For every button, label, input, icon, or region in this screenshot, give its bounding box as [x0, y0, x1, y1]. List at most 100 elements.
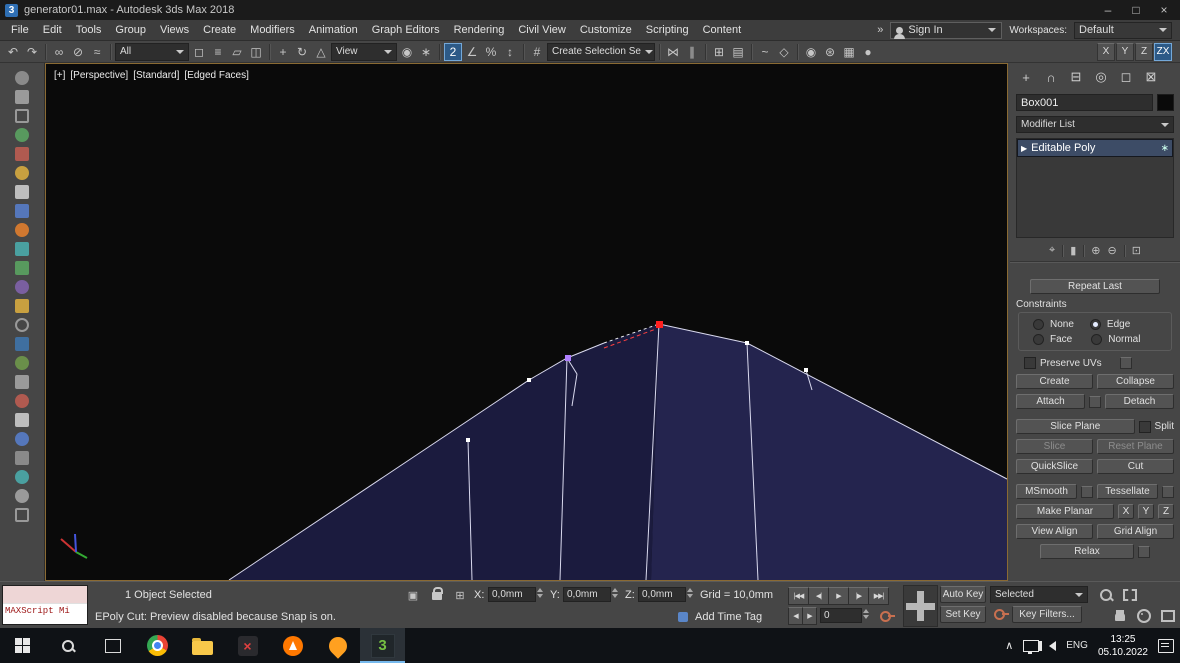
left-toolbar-icon[interactable] — [15, 261, 29, 275]
taskbar-clock[interactable]: 13:25 05.10.2022 — [1098, 633, 1148, 659]
render-production-icon[interactable]: ● — [859, 43, 877, 61]
msmooth-button[interactable]: MSmooth — [1016, 484, 1077, 499]
current-frame-spinner[interactable] — [863, 609, 869, 619]
left-toolbar-icon[interactable] — [15, 375, 29, 389]
menu-civil-view[interactable]: Civil View — [511, 20, 572, 40]
configure-modifier-sets-icon[interactable]: ⊡ — [1132, 244, 1141, 257]
motion-tab-icon[interactable]: ◎ — [1093, 69, 1109, 85]
cut-button[interactable]: Cut — [1097, 459, 1174, 474]
menu-rendering[interactable]: Rendering — [447, 20, 512, 40]
constraint-none-radio[interactable] — [1033, 319, 1044, 330]
planar-x-button[interactable]: X — [1118, 504, 1134, 519]
attach-settings-button[interactable] — [1089, 396, 1101, 408]
curve-editor-icon[interactable]: ~ — [756, 43, 774, 61]
chrome-icon[interactable] — [135, 628, 180, 663]
undo-icon[interactable]: ↶ — [4, 43, 22, 61]
scene-explorer-icon[interactable]: ⊞ — [710, 43, 728, 61]
left-toolbar-icon[interactable] — [15, 413, 29, 427]
selection-filter-dropdown[interactable]: All — [115, 43, 189, 61]
layer-manager-icon[interactable]: ▤ — [729, 43, 747, 61]
menu-animation[interactable]: Animation — [302, 20, 365, 40]
planar-y-button[interactable]: Y — [1138, 504, 1154, 519]
modify-tab-icon[interactable]: ∩ — [1043, 69, 1059, 85]
relax-settings-button[interactable] — [1138, 546, 1150, 558]
menu-views[interactable]: Views — [153, 20, 196, 40]
detach-button[interactable]: Detach — [1105, 394, 1174, 409]
axis-constraint-y-button[interactable]: Y — [1116, 43, 1134, 61]
bind-spacewarp-icon[interactable]: ≈ — [88, 43, 106, 61]
x-coord-spinner[interactable] — [537, 588, 543, 598]
action-center-icon[interactable] — [1158, 639, 1174, 653]
reference-coordinate-dropdown[interactable]: View — [331, 43, 397, 61]
antivirus-icon[interactable] — [270, 628, 315, 663]
perspective-viewport[interactable]: [+] [Perspective] [Standard] [Edged Face… — [45, 63, 1008, 581]
msmooth-settings-button[interactable] — [1081, 486, 1093, 498]
left-toolbar-icon[interactable] — [15, 242, 29, 256]
modifier-stack[interactable]: ▶ Editable Poly ∗ — [1016, 138, 1174, 238]
angle-snap-icon[interactable]: ∠ — [463, 43, 481, 61]
maxscript-mini-listener[interactable]: MAXScript Mi — [2, 585, 88, 625]
quickslice-button[interactable]: QuickSlice — [1016, 459, 1093, 474]
left-toolbar-icon[interactable] — [15, 451, 29, 465]
split-checkbox[interactable] — [1139, 421, 1151, 433]
left-toolbar-icon[interactable] — [15, 337, 29, 351]
named-selection-sets-icon[interactable]: # — [528, 43, 546, 61]
minimize-button[interactable]: – — [1094, 0, 1122, 20]
constraint-face-radio[interactable] — [1033, 334, 1044, 345]
utilities-tab-icon[interactable]: ⊠ — [1143, 69, 1159, 85]
play-button[interactable]: ▶ — [828, 587, 849, 605]
volume-icon[interactable] — [1049, 641, 1056, 651]
taskbar-search-icon[interactable] — [45, 628, 90, 663]
tessellate-settings-button[interactable] — [1162, 486, 1174, 498]
toolbar-overflow-icon[interactable]: » — [877, 24, 883, 36]
make-unique-icon[interactable]: ⊕ — [1091, 244, 1100, 257]
selection-set-dropdown[interactable]: Create Selection Se — [547, 43, 655, 61]
left-toolbar-icon[interactable] — [15, 470, 29, 484]
viewport-menu-general[interactable]: [+] — [54, 70, 65, 81]
select-manipulate-icon[interactable]: ∗ — [417, 43, 435, 61]
left-toolbar-icon[interactable] — [15, 109, 29, 123]
display-tab-icon[interactable]: ◻ — [1118, 69, 1134, 85]
left-toolbar-icon[interactable] — [15, 204, 29, 218]
3dsmax-taskbar-icon[interactable]: 3 — [360, 628, 405, 663]
key-back-button[interactable]: ◀ — [788, 607, 803, 625]
pan-navigation-button[interactable] — [903, 585, 938, 627]
left-toolbar-icon[interactable] — [15, 147, 29, 161]
align-icon[interactable]: ∥ — [683, 43, 701, 61]
left-toolbar-icon[interactable] — [15, 90, 29, 104]
pan-hand-icon[interactable] — [1110, 607, 1130, 624]
sign-in-dropdown[interactable]: Sign In — [890, 22, 1002, 39]
app-x-icon[interactable]: × — [225, 628, 270, 663]
left-toolbar-icon[interactable] — [15, 166, 29, 180]
key-forward-button[interactable]: ▶ — [802, 607, 817, 625]
stack-item-editable-poly[interactable]: ▶ Editable Poly ∗ — [1017, 139, 1173, 157]
percent-snap-icon[interactable]: % — [482, 43, 500, 61]
x-coord-field[interactable]: 0,0mm — [488, 587, 536, 602]
attach-button[interactable]: Attach — [1016, 394, 1085, 409]
unlink-icon[interactable]: ⊘ — [69, 43, 87, 61]
relax-button[interactable]: Relax — [1040, 544, 1134, 559]
left-toolbar-icon[interactable] — [15, 299, 29, 313]
object-name-field[interactable]: Box001 — [1016, 94, 1153, 111]
pin-stack-icon[interactable]: ⌖ — [1049, 244, 1055, 257]
expand-arrow-icon[interactable]: ▶ — [1021, 144, 1027, 153]
left-toolbar-icon[interactable] — [15, 508, 29, 522]
create-tab-icon[interactable]: + — [1018, 69, 1034, 85]
menu-create[interactable]: Create — [196, 20, 243, 40]
make-planar-button[interactable]: Make Planar — [1016, 504, 1114, 519]
orbit-icon[interactable] — [1134, 607, 1154, 624]
current-frame-field[interactable]: 0 — [820, 608, 862, 623]
object-color-swatch[interactable] — [1157, 94, 1174, 111]
viewport-menu-perstyle[interactable]: [Standard] — [133, 70, 179, 81]
hierarchy-tab-icon[interactable]: ⊟ — [1068, 69, 1084, 85]
select-scale-icon[interactable]: △ — [312, 43, 330, 61]
window-crossing-icon[interactable]: ◫ — [247, 43, 265, 61]
snap-toggle-icon[interactable]: 2 — [444, 43, 462, 61]
z-coord-field[interactable]: 0,0mm — [638, 587, 686, 602]
remove-modifier-icon[interactable]: ⊖ — [1108, 244, 1117, 257]
set-key-button[interactable]: Set Key — [940, 606, 986, 623]
maximize-button[interactable]: □ — [1122, 0, 1150, 20]
previous-frame-button[interactable]: ◀| — [808, 587, 829, 605]
y-coord-spinner[interactable] — [612, 588, 618, 598]
region-select-icon[interactable]: ▱ — [228, 43, 246, 61]
